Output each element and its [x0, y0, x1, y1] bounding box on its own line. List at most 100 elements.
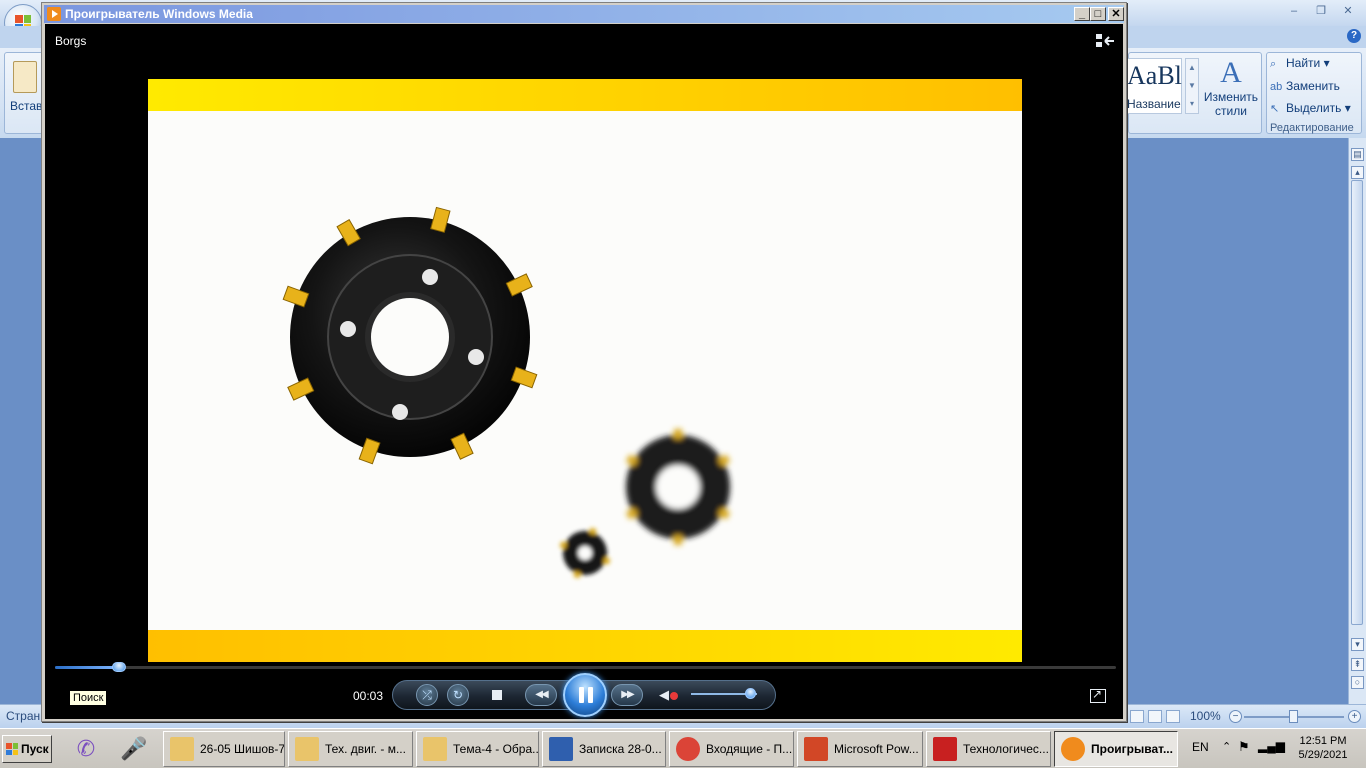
pause-button[interactable] — [563, 673, 607, 717]
taskbar-task-label: Записка 28-0... — [579, 742, 662, 756]
style-name: Название — [1127, 97, 1181, 111]
change-styles-label-1: Изменить — [1203, 90, 1259, 104]
editing-commands: ⌕ Найти ▾ ab Заменить ↖ Выделить ▾ Редактир… — [1266, 52, 1362, 138]
taskbar-task[interactable]: Microsoft Pow... — [797, 731, 923, 767]
folder-icon — [295, 737, 319, 761]
taskbar-task[interactable]: Тема-4 - Обра... — [416, 731, 539, 767]
word-window-controls: – ❐ ✕ — [1282, 3, 1360, 19]
minimize-button[interactable]: _ — [1074, 7, 1090, 21]
seek-progress — [55, 666, 119, 669]
tray-expand-icon[interactable]: ⌃ — [1222, 740, 1231, 753]
style-preview-text: AaBl — [1127, 61, 1182, 90]
media-player-window: Проигрыватель Windows Media _ □ ✕ Borgs — [41, 2, 1127, 722]
muted-icon — [670, 692, 678, 700]
taskbar-task-label: Тех. двиг. - м... — [325, 742, 406, 756]
page-status[interactable]: Стран — [6, 709, 40, 723]
wmp-window-title: Проигрыватель Windows Media — [65, 7, 253, 21]
language-indicator[interactable]: EN — [1192, 740, 1209, 754]
clock[interactable]: 12:51 PM 5/29/2021 — [1282, 734, 1364, 762]
browse-object-icon[interactable]: ○ — [1351, 676, 1364, 689]
change-styles-button[interactable]: A Изменить стили — [1200, 56, 1262, 118]
powerpoint-icon — [804, 737, 828, 761]
taskbar-task[interactable]: Входящие - П... — [669, 731, 794, 767]
taskbar: Пуск ✆ 🎤 26-05 Шишов-7 Тех. двиг. - м... Т… — [0, 728, 1366, 768]
help-icon[interactable]: ? — [1347, 29, 1361, 43]
wmp-app-icon — [47, 7, 61, 21]
editing-group-label: Редактирование — [1270, 122, 1354, 134]
media-title: Borgs — [55, 34, 87, 48]
view-draft-icon[interactable] — [1166, 710, 1180, 723]
close-button[interactable]: ✕ — [1108, 7, 1124, 21]
switch-to-library-icon[interactable] — [1095, 33, 1115, 49]
taskbar-task[interactable]: Технологичес... — [926, 731, 1051, 767]
view-print-icon[interactable] — [1130, 710, 1144, 723]
fullscreen-icon[interactable] — [1090, 687, 1106, 703]
taskbar-task[interactable]: Записка 28-0... — [542, 731, 666, 767]
replace-label: Заменить — [1286, 79, 1340, 93]
scroll-thumb[interactable] — [1351, 180, 1363, 625]
stop-button[interactable] — [488, 686, 506, 704]
style-gallery-scroll[interactable]: ▲ ▼ ▾ — [1185, 58, 1199, 114]
taskbar-task[interactable]: Тех. двиг. - м... — [288, 731, 413, 767]
paste-icon[interactable] — [13, 61, 37, 93]
scroll-down-icon[interactable]: ▾ — [1351, 638, 1364, 651]
minimize-icon[interactable]: – — [1282, 3, 1306, 19]
previous-button[interactable]: ◀◀ — [525, 684, 557, 706]
next-button[interactable]: ▶▶ — [611, 684, 643, 706]
video-frame[interactable] — [148, 79, 1022, 662]
pause-icon — [579, 687, 584, 703]
action-center-flag-icon[interactable]: ⚑ — [1238, 739, 1250, 755]
view-web-icon[interactable] — [1148, 710, 1162, 723]
taskbar-task[interactable]: 26-05 Шишов-7 — [163, 731, 285, 767]
milling-cutter-medium — [625, 429, 731, 545]
wmp-icon — [1061, 737, 1085, 761]
zoom-in-icon[interactable]: + — [1348, 710, 1361, 723]
video-content — [282, 206, 731, 579]
close-icon[interactable]: ✕ — [1336, 3, 1360, 19]
zoom-level[interactable]: 100% — [1190, 709, 1221, 723]
cursor-icon: ↖ — [1270, 103, 1280, 115]
windows-flag-icon — [6, 743, 18, 755]
start-label: Пуск — [21, 742, 49, 756]
milling-cutter-large — [282, 206, 538, 465]
chrome-icon — [676, 737, 700, 761]
select-button[interactable]: ↖ Выделить ▾ — [1270, 101, 1351, 115]
taskbar-task-label: Технологичес... — [963, 742, 1049, 756]
restore-icon[interactable]: ❐ — [1309, 3, 1333, 19]
maximize-button[interactable]: □ — [1090, 7, 1106, 21]
shuffle-button[interactable]: ⤮ — [416, 684, 438, 706]
clock-time: 12:51 PM — [1299, 735, 1347, 747]
repeat-button[interactable]: ↻ — [447, 684, 469, 706]
viber-icon[interactable]: ✆ — [70, 733, 102, 765]
prev-page-icon[interactable]: ⇞ — [1351, 658, 1364, 671]
mute-button[interactable]: ◀ — [659, 686, 679, 704]
ruler-toggle-icon[interactable]: ▤ — [1351, 148, 1364, 161]
replace-button[interactable]: ab Заменить — [1270, 79, 1340, 93]
binoculars-icon: ⌕ — [1270, 58, 1277, 70]
taskbar-task-label: 26-05 Шишов-7 — [200, 742, 285, 756]
start-button[interactable]: Пуск — [2, 735, 52, 763]
word-icon — [549, 737, 573, 761]
microphone-icon[interactable]: 🎤 — [118, 733, 150, 765]
seek-thumb[interactable] — [111, 662, 126, 672]
find-button[interactable]: ⌕ Найти ▾ — [1270, 56, 1330, 71]
paste-label[interactable]: Встав — [10, 99, 42, 113]
seek-bar[interactable] — [55, 662, 1116, 672]
style-gallery-item[interactable]: AaBl Название — [1126, 58, 1182, 114]
pdf-icon — [933, 737, 957, 761]
scroll-up-icon[interactable]: ▴ — [1351, 166, 1364, 179]
taskbar-task-label: Тема-4 - Обра... — [453, 742, 539, 756]
change-styles-icon: A — [1220, 56, 1242, 89]
system-tray: EN ⌃ ⚑ ▂▄▆ 12:51 PM 5/29/2021 — [1182, 731, 1366, 767]
seek-tooltip: Поиск — [69, 690, 108, 706]
pause-icon-bar — [588, 687, 593, 703]
zoom-out-icon[interactable]: − — [1229, 710, 1242, 723]
folder-icon — [170, 737, 194, 761]
taskbar-task[interactable]: Проигрыват... — [1054, 731, 1178, 767]
wmp-titlebar[interactable]: Проигрыватель Windows Media _ □ ✕ — [44, 5, 1124, 23]
zoom-slider-thumb[interactable] — [1289, 710, 1298, 723]
change-styles-label-2: стили — [1215, 104, 1247, 118]
select-label: Выделить — [1286, 101, 1342, 115]
video-stage[interactable]: Borgs Поиск 00:03 ⤮ ↻ ◀◀ ▶▶ ◀ ↗ — [45, 24, 1123, 719]
network-icon[interactable]: ▂▄▆ — [1258, 739, 1285, 753]
